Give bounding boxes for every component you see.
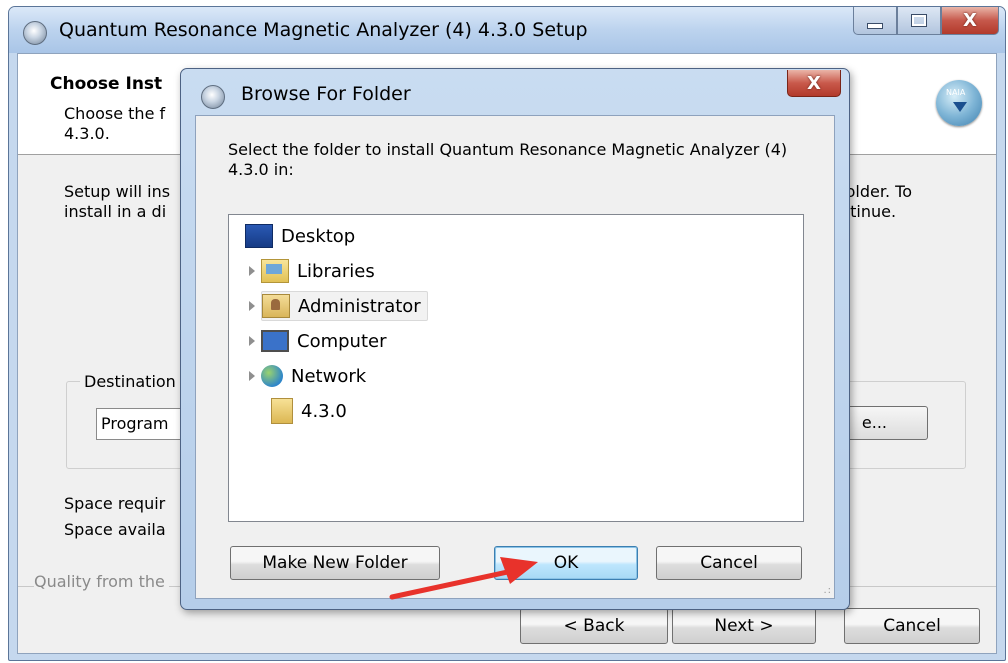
- destination-label: Destination: [80, 372, 180, 391]
- branding-text: Quality from the: [34, 572, 169, 591]
- page-subtitle: Choose the f 4.3.0.: [64, 104, 166, 143]
- resize-grip-icon[interactable]: .:: [823, 585, 832, 596]
- tree-item-4-3-0[interactable]: 4.3.0: [271, 396, 347, 426]
- expand-arrow-icon[interactable]: [249, 266, 255, 276]
- dialog-icon: [201, 85, 225, 109]
- installer-icon: [23, 21, 47, 45]
- user-folder-icon: [262, 294, 290, 318]
- next-button[interactable]: Next >: [672, 608, 816, 644]
- space-required-label: Space requir: [64, 494, 166, 513]
- folder-tree[interactable]: Desktop Libraries Administrator Computer: [228, 214, 804, 522]
- tree-item-label: Desktop: [281, 225, 356, 247]
- expand-arrow-icon[interactable]: [249, 301, 255, 311]
- tree-item-label: Administrator: [298, 295, 421, 317]
- setup-window-title: Quantum Resonance Magnetic Analyzer (4) …: [59, 19, 588, 41]
- maximize-button[interactable]: [897, 7, 941, 35]
- computer-icon: [261, 330, 289, 352]
- close-button[interactable]: X: [941, 7, 999, 35]
- back-button[interactable]: < Back: [520, 608, 668, 644]
- folder-icon: [271, 398, 293, 424]
- setup-title-bar[interactable]: Quantum Resonance Magnetic Analyzer (4) …: [9, 7, 1005, 53]
- tree-item-libraries[interactable]: Libraries: [249, 256, 375, 286]
- space-available-label: Space availa: [64, 520, 166, 539]
- close-icon: X: [963, 10, 977, 31]
- cancel-button[interactable]: Cancel: [844, 608, 980, 644]
- tree-item-label: 4.3.0: [301, 400, 347, 422]
- close-icon: X: [807, 72, 821, 94]
- selected-highlight: Administrator: [261, 291, 428, 321]
- caption-buttons: X: [853, 7, 999, 37]
- instruction-text: Select the folder to install Quantum Res…: [228, 140, 788, 179]
- tree-item-label: Network: [291, 365, 367, 387]
- desktop-icon: [245, 224, 273, 248]
- intro-text-left: Setup will ins install in a di: [64, 182, 171, 221]
- ok-button[interactable]: OK: [494, 546, 638, 580]
- expand-arrow-icon[interactable]: [249, 336, 255, 346]
- logo-tag: NAIA: [946, 88, 966, 97]
- dialog-cancel-button[interactable]: Cancel: [656, 546, 802, 580]
- intro-text-right: folder. To ntinue.: [840, 182, 912, 221]
- dialog-title: Browse For Folder: [241, 83, 411, 105]
- tree-item-network[interactable]: Network: [249, 361, 366, 391]
- minimize-button[interactable]: [853, 7, 897, 35]
- install-logo-icon: NAIA: [936, 80, 982, 126]
- expand-arrow-icon[interactable]: [249, 371, 255, 381]
- libraries-icon: [261, 259, 289, 283]
- dialog-client-area: Select the folder to install Quantum Res…: [195, 115, 835, 599]
- browse-folder-dialog: Browse For Folder X Select the folder to…: [180, 68, 850, 610]
- maximize-icon: [911, 14, 927, 27]
- page-title: Choose Inst: [50, 74, 163, 94]
- tree-item-desktop[interactable]: Desktop: [245, 221, 355, 251]
- tree-item-administrator[interactable]: Administrator: [249, 291, 428, 321]
- network-icon: [261, 365, 283, 387]
- minimize-icon: [867, 22, 883, 29]
- tree-item-label: Libraries: [297, 260, 375, 282]
- dialog-close-button[interactable]: X: [787, 70, 841, 97]
- tree-item-computer[interactable]: Computer: [249, 326, 386, 356]
- download-arrow-icon: [953, 102, 967, 112]
- make-new-folder-button[interactable]: Make New Folder: [230, 546, 440, 580]
- tree-item-label: Computer: [297, 330, 387, 352]
